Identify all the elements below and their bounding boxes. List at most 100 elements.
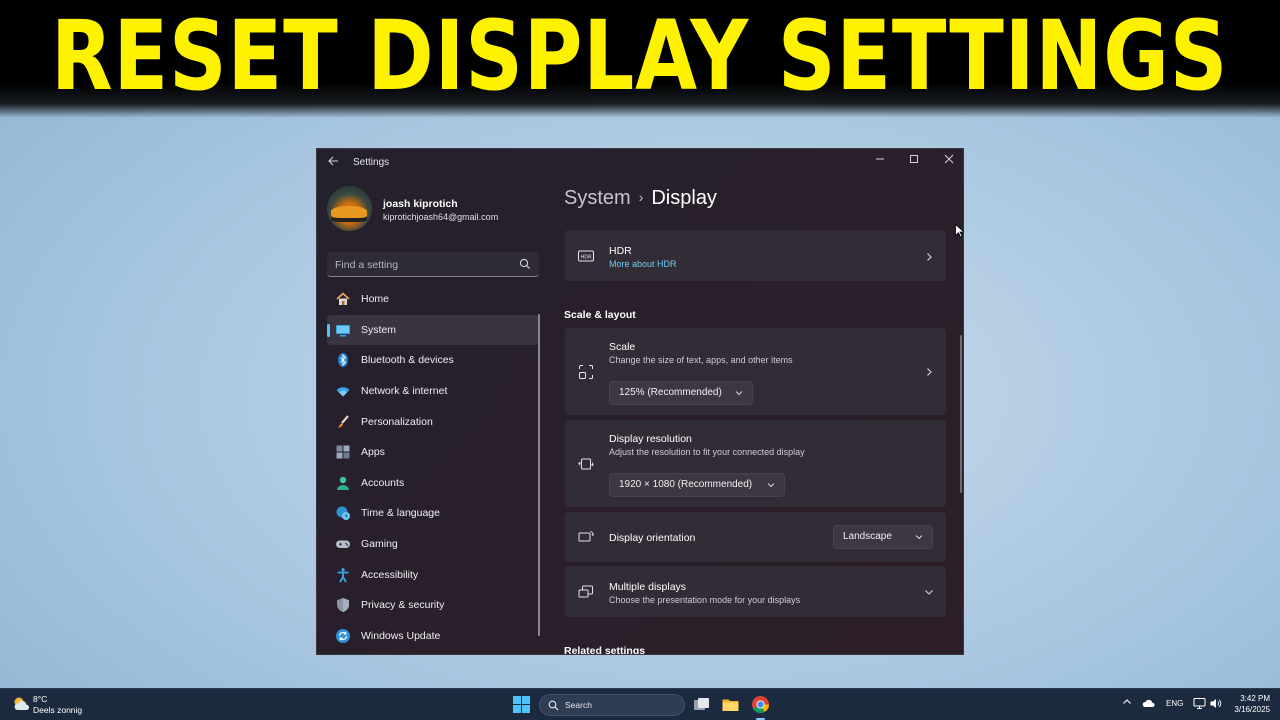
sidebar-scrollbar[interactable] — [538, 314, 540, 636]
taskbar-search-label: Search — [565, 700, 592, 710]
sidebar-item-label: Bluetooth & devices — [361, 354, 454, 367]
taskbar-search[interactable]: Search — [539, 694, 685, 716]
sidebar-item-label: Gaming — [361, 538, 398, 551]
language-indicator[interactable]: ENG — [1166, 699, 1183, 708]
search-icon — [548, 700, 559, 711]
back-button[interactable] — [327, 155, 339, 170]
chevron-down-icon[interactable] — [924, 587, 934, 597]
scale-subtitle: Change the size of text, apps, and other… — [609, 355, 793, 365]
resolution-dropdown[interactable]: 1920 × 1080 (Recommended) — [609, 473, 785, 497]
home-icon — [335, 291, 351, 307]
sidebar-item-personalization[interactable]: Personalization — [327, 406, 539, 437]
chevron-right-icon — [927, 368, 932, 376]
sidebar-item-accounts[interactable]: Accounts — [327, 468, 539, 499]
sidebar-item-windows-update[interactable]: Windows Update — [327, 621, 539, 652]
minimize-icon — [876, 158, 884, 160]
brush-icon — [335, 414, 351, 430]
breadcrumb-separator: › — [638, 189, 644, 205]
clock-time[interactable]: 3:42 PM — [1236, 694, 1270, 703]
avatar — [327, 186, 372, 231]
app-title: Settings — [353, 157, 390, 168]
main-scrollbar[interactable] — [960, 335, 962, 493]
chevron-right-icon — [927, 253, 932, 261]
apps-icon — [335, 444, 351, 460]
resolution-card[interactable]: Display resolution Adjust the resolution… — [565, 420, 946, 507]
chevron-down-icon — [767, 483, 775, 488]
section-scale-layout: Scale & layout — [564, 309, 636, 321]
globe-clock-icon — [335, 505, 351, 521]
sidebar-item-label: Apps — [361, 446, 385, 459]
sidebar-item-network[interactable]: Network & internet — [327, 376, 539, 407]
chevron-down-icon — [735, 391, 743, 396]
multiple-displays-icon — [578, 585, 593, 598]
headline-banner: RESET DISPLAY SETTINGS — [0, 0, 1280, 118]
close-button[interactable] — [934, 151, 963, 171]
sidebar-item-system[interactable]: System — [327, 314, 539, 346]
sidebar-item-bluetooth[interactable]: Bluetooth & devices — [327, 345, 539, 376]
file-explorer-icon[interactable] — [721, 695, 740, 714]
hdr-card[interactable]: HDR HDR More about HDR — [565, 230, 946, 281]
multiple-displays-title: Multiple displays — [609, 581, 687, 593]
hdr-title: HDR — [609, 245, 632, 257]
title-bar: Settings — [317, 149, 963, 177]
clock-date[interactable]: 3/16/2025 — [1226, 705, 1270, 714]
scale-title: Scale — [609, 341, 636, 353]
resolution-title: Display resolution — [609, 433, 692, 445]
hdr-more-link[interactable]: More about HDR — [609, 259, 677, 269]
sidebar-item-apps[interactable]: Apps — [327, 437, 539, 468]
sidebar-item-label: Network & internet — [361, 385, 448, 398]
user-profile[interactable]: joash kiprotich kiprotichjoash64@gmail.c… — [327, 186, 547, 232]
user-name: joash kiprotich — [383, 198, 458, 210]
resolution-subtitle: Adjust the resolution to fit your connec… — [609, 447, 805, 457]
gamepad-icon — [335, 536, 351, 552]
find-setting-box — [327, 252, 539, 277]
scale-value: 125% (Recommended) — [619, 387, 722, 398]
sidebar-item-privacy[interactable]: Privacy & security — [327, 590, 539, 621]
chevron-up-icon[interactable] — [1122, 697, 1132, 707]
volume-icon[interactable] — [1209, 697, 1222, 710]
weather-temperature: 8°C — [33, 694, 48, 704]
section-related-settings: Related settings — [564, 645, 646, 655]
sidebar-item-label: Time & language — [361, 507, 440, 520]
orientation-title: Display orientation — [609, 532, 696, 544]
sidebar-item-label: Accounts — [361, 476, 405, 489]
sidebar-nav: Home System Bluetooth & devices Network … — [327, 284, 539, 651]
sidebar-item-label: Windows Update — [361, 629, 441, 642]
orientation-value: Landscape — [843, 531, 892, 542]
scale-card[interactable]: Scale Change the size of text, apps, and… — [565, 328, 946, 415]
orientation-icon — [578, 531, 594, 542]
page-title: Display — [651, 187, 717, 209]
task-view-icon[interactable] — [692, 695, 711, 714]
sidebar-item-time-language[interactable]: Time & language — [327, 498, 539, 529]
sidebar-item-label: Accessibility — [361, 568, 419, 581]
find-setting-input[interactable] — [335, 252, 515, 277]
svg-text:HDR: HDR — [580, 255, 592, 261]
maximize-icon — [910, 155, 918, 163]
multiple-displays-subtitle: Choose the presentation mode for your di… — [609, 595, 801, 605]
network-monitor-icon[interactable] — [1193, 697, 1206, 710]
maximize-button[interactable] — [899, 151, 929, 171]
settings-window: Settings joash kiprotich kiprotichjoash6… — [316, 148, 964, 655]
breadcrumb-parent[interactable]: System — [564, 187, 631, 209]
close-icon — [944, 154, 954, 164]
onedrive-cloud-icon[interactable] — [1142, 697, 1156, 709]
multiple-displays-card[interactable]: Multiple displays Choose the presentatio… — [565, 566, 946, 617]
update-icon — [335, 628, 351, 644]
search-icon[interactable] — [518, 257, 532, 271]
bluetooth-icon — [335, 352, 351, 368]
minimize-button[interactable] — [865, 151, 895, 171]
breadcrumb: System › Display — [564, 187, 717, 210]
chrome-icon — [752, 696, 769, 714]
sidebar-item-home[interactable]: Home — [327, 284, 539, 315]
orientation-card: Display orientation Landscape — [565, 512, 946, 562]
sidebar-item-label: Home — [361, 293, 390, 306]
weather-partly-sunny-icon[interactable] — [12, 695, 30, 713]
orientation-dropdown[interactable]: Landscape — [833, 525, 933, 549]
sidebar-item-accessibility[interactable]: Accessibility — [327, 559, 539, 590]
scale-dropdown[interactable]: 125% (Recommended) — [609, 381, 753, 405]
sidebar-item-gaming[interactable]: Gaming — [327, 529, 539, 560]
wifi-icon — [335, 383, 351, 399]
windows-start-icon[interactable] — [513, 696, 530, 713]
chrome-taskbar-button[interactable] — [751, 695, 770, 720]
hdr-icon: HDR — [578, 250, 594, 262]
